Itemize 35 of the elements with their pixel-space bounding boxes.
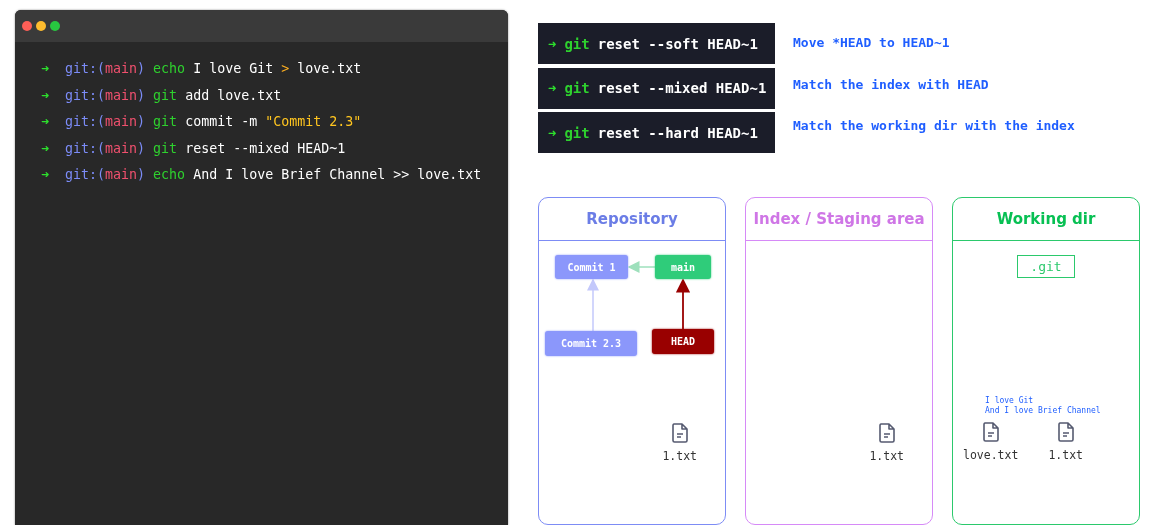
maximize-dot[interactable] xyxy=(50,21,60,31)
file-name: 1.txt xyxy=(1048,448,1083,462)
command-description: Move *HEAD to HEAD~1 xyxy=(793,34,950,50)
arrow xyxy=(675,278,691,330)
terminal-line: ➜ git:(main) git reset --mixed HEAD~1 xyxy=(41,140,347,158)
arrow xyxy=(627,261,656,273)
file-content-text: I love Git xyxy=(985,396,1035,406)
file-name: 1.txt xyxy=(869,449,904,463)
minimize-dot[interactable] xyxy=(36,21,46,31)
command-block: ➜ git reset --mixed HEAD~1 xyxy=(538,67,775,109)
commit-node: Commit 2.3 xyxy=(545,331,637,356)
head-node: HEAD xyxy=(652,329,714,354)
command-description: Match the working dir with the index xyxy=(793,117,1075,134)
close-dot[interactable] xyxy=(22,21,32,31)
commit-node: Commit 1 xyxy=(555,255,628,279)
panel-title: Repository xyxy=(586,210,678,228)
file-content-text: And I love Brief Channel xyxy=(985,406,1102,416)
command-description: Match the index with HEAD xyxy=(793,75,989,92)
file-icon xyxy=(671,423,688,443)
terminal-line: ➜ git:(main) git commit -m "Commit 2.3" xyxy=(41,112,363,131)
panel-title: Working dir xyxy=(996,210,1096,228)
file-name: 1.txt xyxy=(662,449,697,463)
terminal-line: ➜ git:(main) echo I love Git > love.txt xyxy=(41,60,363,78)
file-name: love.txt xyxy=(963,448,1019,462)
arrow xyxy=(587,278,599,332)
file-icon xyxy=(1057,422,1074,442)
git-folder-label: .git xyxy=(1017,255,1075,278)
command-block: ➜ git reset --soft HEAD~1 xyxy=(538,23,775,64)
file-icon xyxy=(982,422,999,442)
file-icon xyxy=(878,423,895,443)
terminal-line: ➜ git:(main) git add love.txt xyxy=(41,86,283,105)
panel-title: Index / Staging area xyxy=(753,210,925,228)
terminal-line: ➜ git:(main) echo And I love Brief Channel >> love.txt xyxy=(41,165,483,184)
branch-node: main xyxy=(655,255,711,279)
command-block: ➜ git reset --hard HEAD~1 xyxy=(538,112,775,154)
